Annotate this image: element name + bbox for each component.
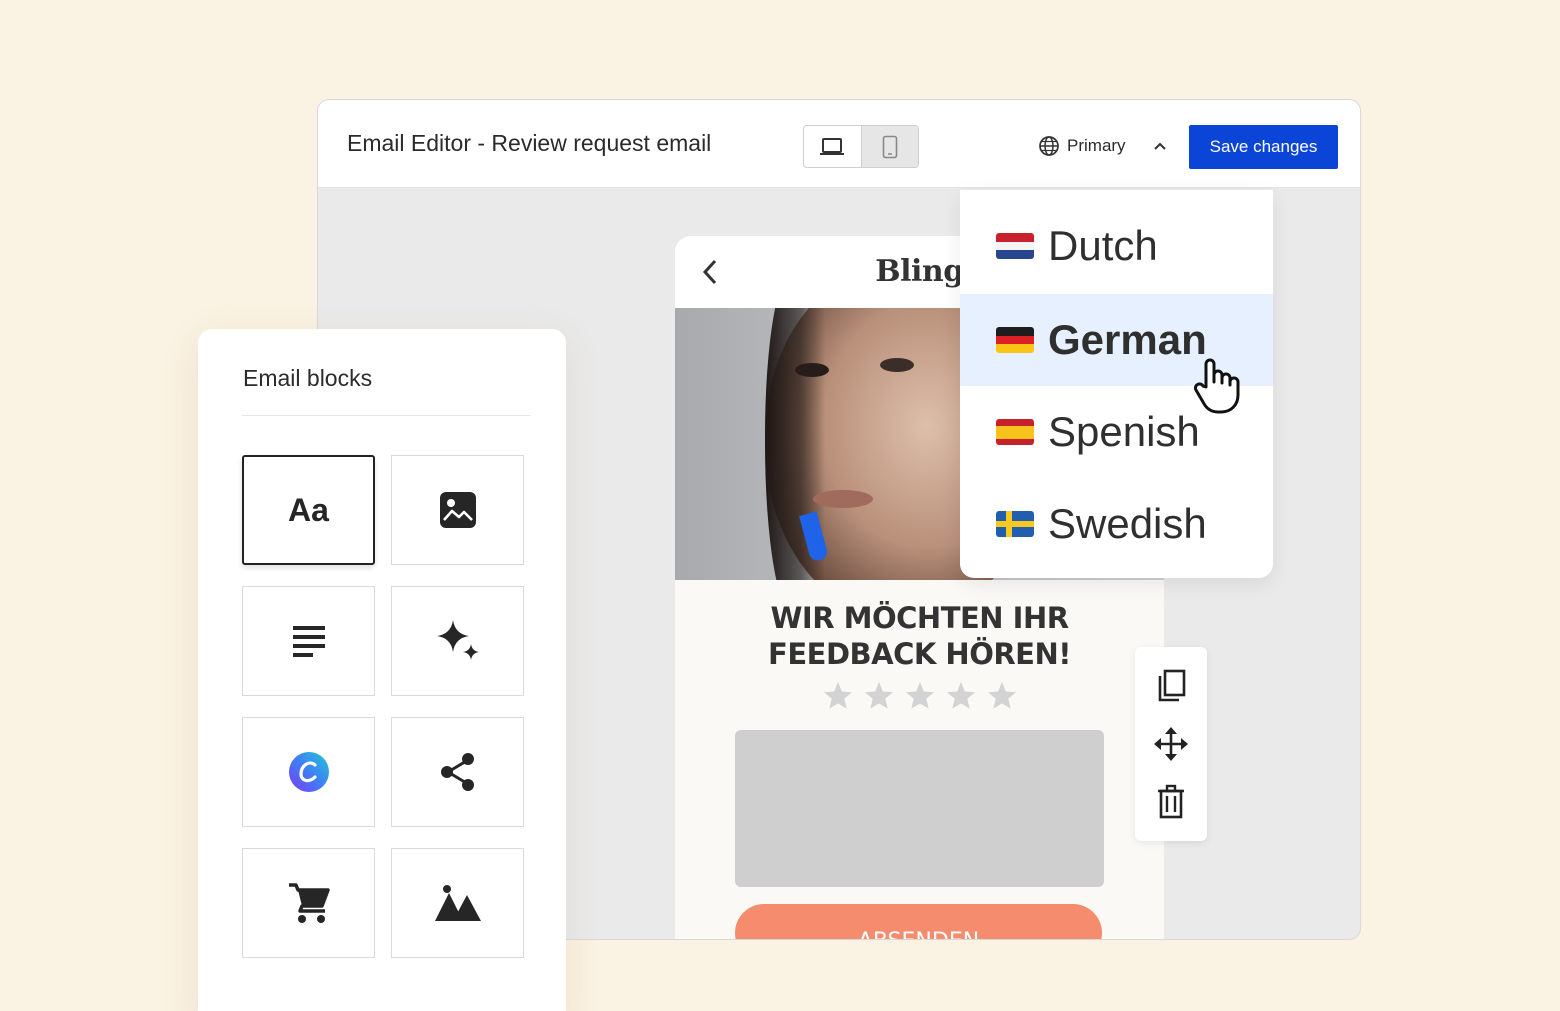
portrait-lips	[813, 490, 873, 508]
trash-icon[interactable]	[1156, 784, 1186, 820]
mobile-icon	[882, 135, 898, 158]
star-icon[interactable]	[945, 680, 977, 712]
share-block-tile[interactable]	[391, 717, 524, 827]
star-icon[interactable]	[986, 680, 1018, 712]
portrait-eye	[880, 358, 914, 372]
submit-button[interactable]: ABSENDEN	[735, 904, 1102, 939]
device-toggle	[803, 125, 919, 168]
image-block-tile[interactable]	[391, 455, 524, 565]
block-toolbar	[1135, 647, 1207, 841]
feedback-text-area[interactable]	[735, 730, 1104, 887]
desktop-view-button[interactable]	[804, 126, 861, 167]
headline-line: WIR MÖCHTEN IHR	[770, 601, 1069, 635]
headline-line: FEEDBACK HÖREN!	[768, 637, 1071, 671]
nl-flag-icon	[996, 233, 1034, 259]
star-icon[interactable]	[863, 680, 895, 712]
se-flag-icon	[996, 511, 1034, 537]
language-selector[interactable]: Primary	[1038, 135, 1167, 157]
language-option-label: Dutch	[1048, 222, 1158, 269]
text-block-icon: Aa	[288, 491, 329, 528]
paragraph-block-tile[interactable]	[242, 586, 375, 696]
share-icon	[440, 753, 474, 791]
canva-block-tile[interactable]	[242, 717, 375, 827]
portrait-eye	[795, 363, 829, 377]
language-selector-label: Primary	[1067, 136, 1126, 155]
panel-title: Email blocks	[243, 365, 373, 391]
paragraph-icon	[292, 626, 325, 657]
cart-icon	[288, 883, 330, 923]
language-option-dutch[interactable]: Dutch	[960, 190, 1273, 294]
language-option-label: German	[1048, 316, 1207, 363]
language-option-label: Spenish	[1048, 408, 1200, 455]
mountains-icon	[434, 885, 481, 921]
text-block-tile[interactable]: Aa	[242, 455, 375, 565]
star-icon[interactable]	[904, 680, 936, 712]
panel-divider	[242, 415, 530, 416]
editor-title: Email Editor - Review request email	[347, 130, 712, 156]
save-changes-button[interactable]: Save changes	[1189, 125, 1338, 169]
hand-cursor-icon	[1194, 358, 1240, 414]
chevron-up-icon	[1153, 142, 1166, 150]
canva-logo-icon	[288, 752, 329, 792]
image-icon	[439, 492, 476, 528]
email-blocks-panel: Email blocks Aa	[198, 329, 566, 1011]
star-icon[interactable]	[822, 680, 854, 712]
de-flag-icon	[996, 327, 1034, 353]
duplicate-icon[interactable]	[1154, 668, 1188, 704]
editor-topbar: Email Editor - Review request email Prim…	[318, 100, 1360, 188]
laptop-icon	[820, 137, 845, 155]
product-block-tile[interactable]	[242, 848, 375, 958]
es-flag-icon	[996, 419, 1034, 445]
mobile-view-button[interactable]	[860, 126, 918, 167]
language-option-swedish[interactable]: Swedish	[960, 478, 1273, 570]
rating-stars[interactable]	[675, 680, 1164, 712]
globe-icon	[1039, 136, 1059, 156]
sparkle-icon	[436, 620, 479, 660]
preview-headline[interactable]: WIR MÖCHTEN IHR FEEDBACK HÖREN!	[675, 600, 1164, 672]
gallery-block-tile[interactable]	[391, 848, 524, 958]
ai-block-tile[interactable]	[391, 586, 524, 696]
language-option-label: Swedish	[1048, 500, 1207, 547]
move-icon[interactable]	[1152, 725, 1190, 763]
